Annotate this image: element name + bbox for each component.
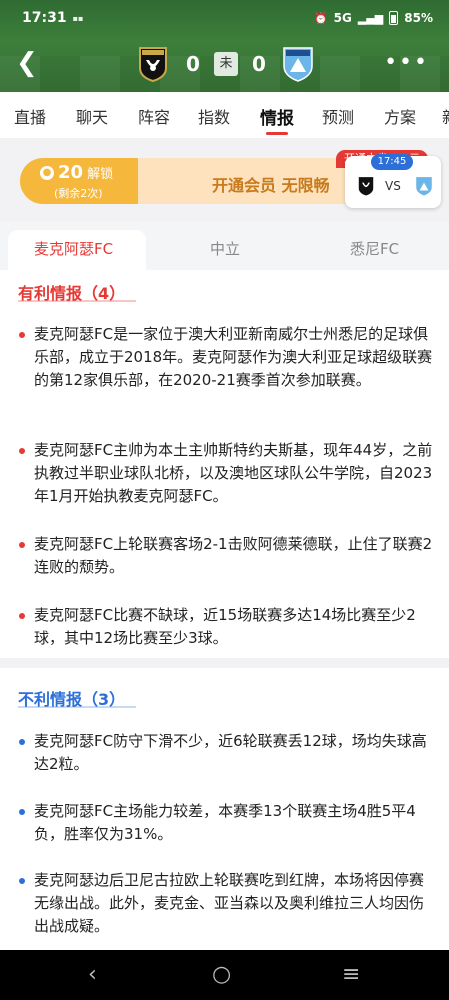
team-tab-away[interactable]: 悉尼FC: [350, 238, 399, 259]
unfavorable-item: 麦克阿瑟FC防守下滑不少，近6轮联赛丢12球，场均失球高达2粒。: [34, 732, 427, 773]
nav-recents-button[interactable]: ≡: [342, 962, 360, 987]
status-bar: 17:31 ▪▪ ⏰ 5G ▂▄▆ 85%: [0, 0, 449, 36]
unfavorable-title: 不利情报（3）: [18, 690, 126, 709]
vip-text[interactable]: 开通会员 无限畅: [212, 172, 330, 196]
bullet-dot: [19, 332, 25, 338]
bullet-dot: [19, 878, 25, 884]
tab-odds[interactable]: 指数: [198, 104, 230, 128]
floating-match-card[interactable]: 17:45 VS: [345, 154, 441, 208]
bullet-dot: [19, 542, 25, 548]
section-divider: [0, 658, 449, 668]
alarm-icon: ⏰: [313, 11, 328, 25]
intel-content: 麦克阿瑟FC 中立 悉尼FC 有利情报（4） 麦克阿瑟FC是一家位于澳大利亚新南…: [0, 222, 449, 950]
battery-icon: [389, 11, 399, 25]
unlock-button[interactable]: ● 20 解锁 (剩余2次): [20, 158, 138, 204]
sydney-fc-mini-logo: [416, 177, 432, 196]
match-header: 17:31 ▪▪ ⏰ 5G ▂▄▆ 85% ❮ 0 未 0 •••: [0, 0, 449, 92]
system-nav-bar: ‹ ○ ≡: [0, 950, 449, 1000]
unfavorable-item: 麦克阿瑟边后卫尼古拉欧上轮联赛吃到红牌，本场将因停赛无缘出战。此外，麦克金、亚当…: [34, 871, 425, 935]
signal-icon: ▂▄▆: [357, 11, 384, 25]
unlock-label: 解锁: [87, 167, 114, 182]
back-button[interactable]: ❮: [16, 50, 38, 76]
favorable-item: 麦克阿瑟FC是一家位于澳大利亚新南威尔士州悉尼的足球俱乐部，成立于2018年。麦…: [34, 325, 433, 389]
score-bar: ❮ 0 未 0 •••: [0, 40, 449, 90]
tab-new[interactable]: 新: [442, 104, 449, 128]
float-vs-label: VS: [385, 179, 401, 193]
team-tabs: 麦克阿瑟FC 中立 悉尼FC: [0, 222, 449, 270]
unlock-remaining: (剩余2次): [54, 187, 103, 200]
battery-level: 85%: [404, 11, 433, 25]
tab-live[interactable]: 直播: [14, 104, 46, 128]
macarthur-fc-mini-logo: [358, 177, 374, 196]
float-match-time: 17:45: [371, 154, 413, 170]
active-tab-indicator: [266, 132, 288, 135]
favorable-item: 麦克阿瑟FC上轮联赛客场2-1击败阿德莱德联，止住了联赛2连败的颓势。: [34, 535, 433, 576]
bullet-dot: [19, 613, 25, 619]
unlock-row: ● 20 解锁: [40, 162, 113, 183]
unfavorable-item: 麦克阿瑟FC主场能力较差，本赛季13个联赛主场4胜5平4负，胜率仅为31%。: [34, 802, 416, 843]
favorable-item: 麦克阿瑟FC主帅为本土主帅斯特约夫斯基，现年44岁，之前执教过半职业球队北桥，以…: [34, 441, 433, 505]
bullet-dot: [19, 448, 25, 454]
status-right: ⏰ 5G ▂▄▆ 85%: [314, 11, 433, 25]
unlock-count: 20: [58, 162, 84, 183]
favorable-title: 有利情报（4）: [18, 284, 126, 303]
status-time: 17:31: [22, 10, 67, 26]
tab-chat[interactable]: 聊天: [76, 104, 108, 128]
nav-home-button[interactable]: ○: [212, 962, 231, 987]
nav-back-button[interactable]: ‹: [88, 962, 97, 987]
home-score: 0: [186, 52, 200, 76]
team-tab-home[interactable]: 麦克阿瑟FC: [34, 238, 113, 259]
bullet-dot: [19, 809, 25, 815]
team-tab-neutral[interactable]: 中立: [210, 238, 240, 259]
match-status-badge: 未: [214, 52, 238, 76]
section-tabs: 直播 聊天 阵容 指数 情报 预测 方案 新: [0, 92, 449, 138]
macarthur-fc-logo[interactable]: [137, 46, 169, 82]
network-label: 5G: [333, 11, 352, 25]
away-score: 0: [252, 52, 266, 76]
more-options-icon[interactable]: •••: [384, 50, 429, 75]
tab-prediction[interactable]: 预测: [322, 104, 354, 128]
tab-plans[interactable]: 方案: [384, 104, 416, 128]
favorable-item: 麦克阿瑟FC比赛不缺球，近15场联赛多达14场比赛至少2球，其中12场比赛至少3…: [34, 606, 416, 647]
sydney-fc-logo[interactable]: [282, 46, 314, 82]
coin-icon: ●: [40, 165, 54, 180]
tab-intel[interactable]: 情报: [260, 104, 294, 129]
tab-lineup[interactable]: 阵容: [138, 104, 170, 128]
bullet-dot: [19, 739, 25, 745]
promo-banner: ● 20 解锁 (剩余2次) 开通会员 无限畅 开通立省510元 17:45 V…: [0, 148, 449, 220]
sim-icon: ▪▪: [72, 13, 84, 23]
